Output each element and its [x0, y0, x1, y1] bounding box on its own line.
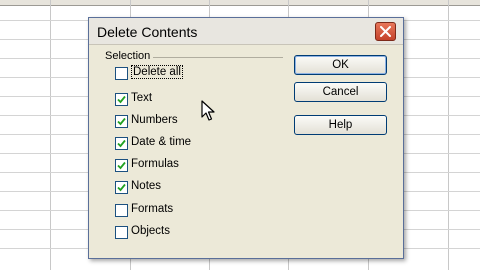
checkmark-icon — [117, 161, 126, 170]
dialog-title: Delete Contents — [97, 24, 198, 40]
checkbox-box[interactable] — [115, 159, 128, 172]
close-icon — [380, 26, 391, 37]
help-button[interactable]: Help — [294, 115, 387, 135]
mouse-cursor-icon — [201, 100, 215, 121]
checkbox-label: Text — [131, 92, 153, 104]
checkbox-box[interactable] — [115, 204, 128, 217]
checkbox-label: Notes — [131, 180, 162, 192]
dialog-titlebar[interactable]: Delete Contents — [89, 18, 403, 45]
checkbox-label: Numbers — [131, 114, 178, 126]
checkbox-box[interactable] — [115, 137, 128, 150]
close-button[interactable] — [375, 22, 396, 41]
checkbox-box[interactable] — [115, 181, 128, 194]
focus-indicator: Delete all — [131, 65, 183, 79]
ok-button[interactable]: OK — [294, 55, 387, 75]
checkbox-label: Objects — [131, 225, 170, 237]
checkbox-box[interactable] — [115, 226, 128, 239]
delete-contents-dialog: Delete Contents Selection Delete all Tex… — [88, 17, 404, 259]
cancel-button[interactable]: Cancel — [294, 82, 387, 102]
column-header-strip — [0, 0, 480, 6]
checkbox-label: Formulas — [131, 158, 179, 170]
checkmark-icon — [117, 95, 126, 104]
checkbox-box[interactable] — [115, 67, 128, 80]
checkmark-icon — [117, 139, 126, 148]
checkbox-label: Formats — [131, 203, 174, 215]
checkmark-icon — [117, 117, 126, 126]
checkbox-label: Date & time — [131, 136, 192, 148]
checkbox-label: Delete all — [131, 65, 183, 79]
selection-group-label: Selection — [105, 50, 151, 62]
checkbox-box[interactable] — [115, 93, 128, 106]
checkbox-box[interactable] — [115, 115, 128, 128]
checkmark-icon — [117, 183, 126, 192]
group-divider — [153, 57, 283, 58]
